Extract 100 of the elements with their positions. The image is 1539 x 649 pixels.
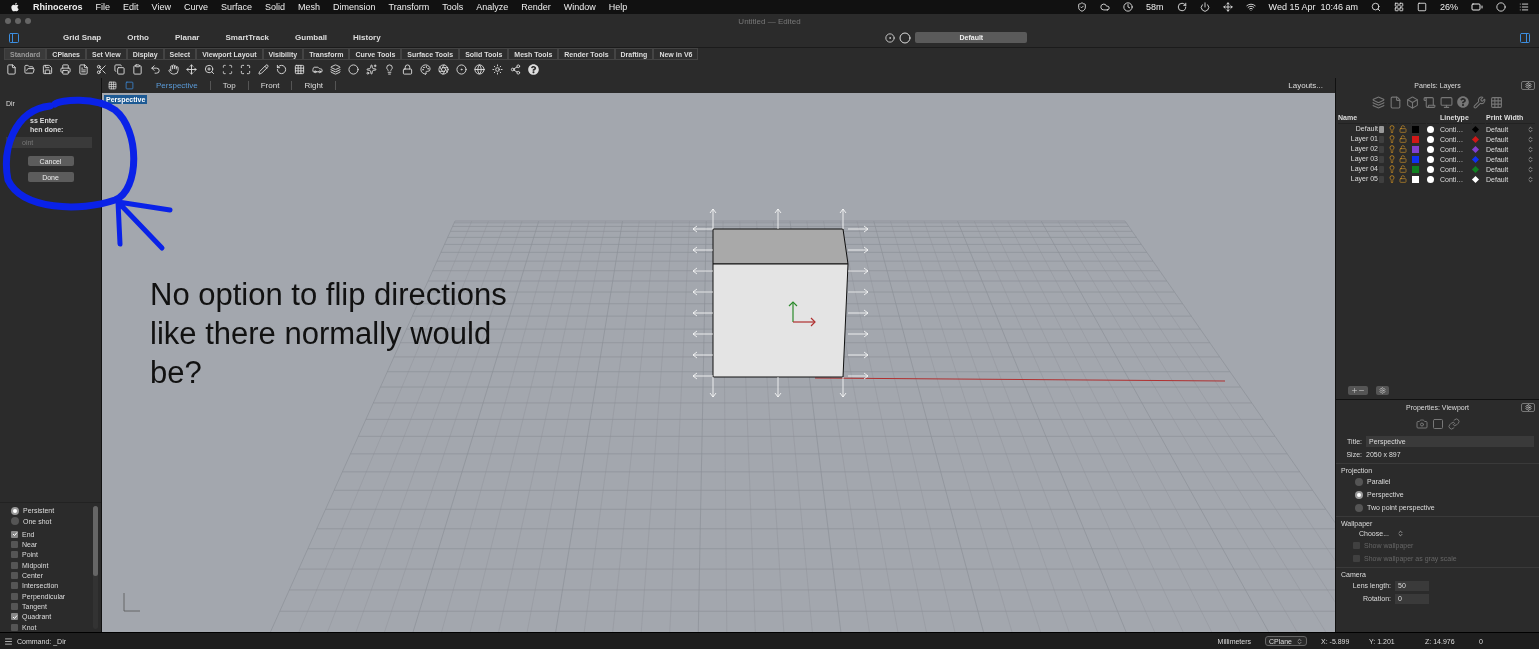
app-menu[interactable]: Rhinoceros [33,2,83,12]
cube-icon[interactable] [1406,96,1419,109]
stepper-icon[interactable] [1527,155,1534,163]
menu-item[interactable]: Analyze [476,2,509,12]
record-icon[interactable] [885,32,896,43]
lightbulb-icon[interactable] [1388,175,1396,183]
battery-icon[interactable] [1471,1,1483,13]
mode-button[interactable]: SmartTrack [212,33,283,42]
zoom-extents-icon[interactable] [238,62,252,76]
menu-item[interactable]: Edit [123,2,139,12]
timer-icon[interactable] [1123,2,1134,12]
unlock-icon[interactable] [1399,155,1407,163]
unlock-icon[interactable] [1399,165,1407,173]
viewport-icon[interactable] [1431,418,1444,430]
viewport-tab[interactable]: Front [248,81,293,90]
mode-button[interactable]: History [340,33,394,42]
material-dot[interactable] [1427,175,1434,183]
material-dot[interactable] [1427,165,1434,173]
radio-button[interactable] [11,506,19,515]
minimize-button[interactable] [15,18,21,24]
list-icon[interactable] [1519,2,1529,12]
menu-item[interactable]: Transform [388,2,430,12]
layer-color-swatch[interactable] [1412,145,1419,153]
layer-color-swatch[interactable] [1412,155,1419,163]
menu-item[interactable]: View [151,2,171,12]
cloud-icon[interactable] [1100,2,1111,12]
grid-icon[interactable] [292,62,306,76]
tools-icon[interactable] [1473,96,1486,109]
stepper-icon[interactable] [1527,145,1534,153]
lightbulb-icon[interactable] [1388,135,1396,143]
radio-button[interactable] [1355,503,1363,512]
checkbox[interactable] [11,530,18,538]
right-panel-toggle-icon[interactable] [1519,31,1531,44]
apple-icon[interactable] [10,2,20,12]
palette-icon[interactable] [418,62,432,76]
menu-item[interactable]: Tools [442,2,464,12]
checkbox[interactable] [11,541,18,549]
radio-button[interactable] [11,517,19,525]
zoom-window-icon[interactable] [220,62,234,76]
layer-color-swatch[interactable] [1412,175,1419,183]
file-icon[interactable] [1389,96,1402,109]
grid-layout-icon[interactable] [108,81,117,90]
viewport-tab[interactable]: Top [210,81,249,90]
print-icon[interactable] [58,62,72,76]
checkbox[interactable] [11,582,18,590]
material-dot[interactable] [1427,135,1434,143]
lightbulb-icon[interactable] [1388,155,1396,163]
save-icon[interactable] [40,62,54,76]
layers-icon[interactable] [328,62,342,76]
network-icon[interactable] [508,62,522,76]
material-dot[interactable] [1427,155,1434,163]
menu-item[interactable]: Dimension [333,2,376,12]
wifi-icon[interactable] [1245,2,1256,12]
radio-button[interactable] [1355,477,1363,486]
undo-icon[interactable] [148,62,162,76]
stepper-icon[interactable] [1527,135,1534,143]
circle-icon[interactable] [346,62,360,76]
stepper-icon[interactable] [1527,165,1534,173]
viewport-tab[interactable]: Right [292,81,337,90]
mode-button[interactable]: Gumball [282,33,341,42]
layouts-button[interactable]: Layouts... [1282,80,1329,91]
checkbox[interactable] [11,572,18,580]
move-icon[interactable] [184,62,198,76]
stepper-icon[interactable] [1527,175,1534,183]
single-view-icon[interactable] [125,81,134,90]
menu-item[interactable]: Solid [264,2,285,12]
material-dot[interactable] [1427,145,1434,153]
layers-icon[interactable] [1372,96,1385,109]
mode-button[interactable]: Planar [162,33,213,42]
copy-icon[interactable] [112,62,126,76]
sync-icon[interactable] [1176,2,1187,12]
paste-icon[interactable] [130,62,144,76]
lightbulb-icon[interactable] [1388,125,1396,133]
menu-item[interactable]: Curve [183,2,208,12]
layer-color-swatch[interactable] [1412,165,1419,173]
sparkles-icon[interactable] [364,62,378,76]
unlock-icon[interactable] [1399,135,1407,143]
radio-button[interactable] [1355,490,1363,499]
document-icon[interactable] [76,62,90,76]
search-icon[interactable] [1371,2,1381,12]
menu-item[interactable]: Surface [220,2,252,12]
checkbox[interactable] [11,551,18,559]
target-icon[interactable] [899,31,912,44]
close-button[interactable] [5,18,11,24]
zoom-icon[interactable] [202,62,216,76]
menu-icon[interactable] [4,636,13,646]
mode-button[interactable]: Ortho [114,33,162,42]
unlock-icon[interactable] [1399,175,1407,183]
gear-menu-button[interactable] [1521,81,1535,90]
menu-item[interactable]: Help [608,2,628,12]
layer-color-swatch[interactable] [1412,135,1419,143]
lock-icon[interactable] [400,62,414,76]
folder-icon[interactable] [22,62,36,76]
gumball-drawing[interactable] [788,301,816,327]
new-file-icon[interactable] [4,62,18,76]
hand-icon[interactable] [166,62,180,76]
checkbox[interactable] [11,592,18,600]
unlock-icon[interactable] [1399,125,1407,133]
circle-icon[interactable] [1496,2,1506,12]
layer-color-swatch[interactable] [1412,125,1419,133]
